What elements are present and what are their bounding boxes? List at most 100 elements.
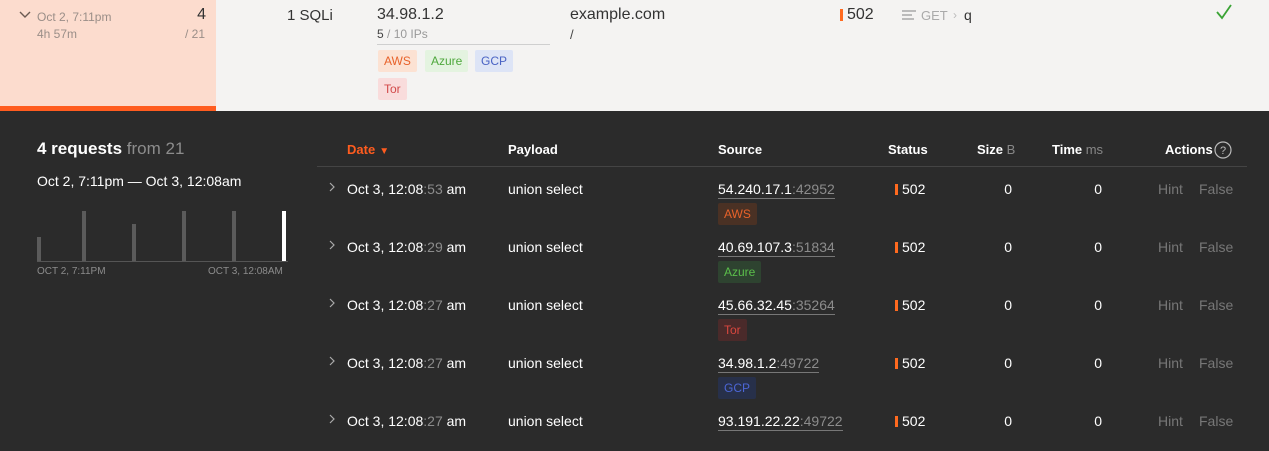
- request-payload: union select: [508, 239, 583, 255]
- attack-summary-row[interactable]: Oct 2, 7:11pm 4h 57m 4 / 21 1 SQLi 34.98…: [0, 0, 1269, 111]
- hint-button[interactable]: Hint: [1158, 181, 1183, 197]
- requests-from: from 21: [122, 139, 185, 158]
- request-payload: union select: [508, 355, 583, 371]
- request-payload: union select: [508, 413, 583, 429]
- request-source[interactable]: 54.240.17.1:42952: [718, 181, 835, 199]
- histogram-start-label: OCT 2, 7:11PM: [37, 266, 106, 277]
- status-indicator: [895, 416, 898, 427]
- request-date: Oct 3, 12:08:29 am: [347, 239, 466, 255]
- source-tag-gcp: GCP: [718, 377, 757, 399]
- help-icon[interactable]: ?: [1214, 141, 1232, 159]
- ip-count-value: 5: [377, 27, 384, 41]
- request-status: 502: [902, 181, 926, 197]
- histogram-bar[interactable]: [182, 211, 186, 261]
- hint-button[interactable]: Hint: [1158, 413, 1183, 429]
- request-source[interactable]: 45.66.32.45:35264: [718, 297, 835, 315]
- chevron-right-icon[interactable]: [328, 240, 336, 250]
- histogram-bar[interactable]: [282, 211, 286, 261]
- request-date-seconds: :27: [423, 355, 443, 371]
- request-date-seconds: :27: [423, 413, 443, 429]
- request-date-main: Oct 3, 12:08: [347, 413, 424, 429]
- histogram-bar[interactable]: [132, 224, 136, 261]
- request-source[interactable]: 34.98.1.2:49722: [718, 355, 820, 373]
- time-unit: ms: [1082, 142, 1104, 157]
- column-header-date[interactable]: Date ▼: [347, 142, 389, 157]
- summary-ip[interactable]: 34.98.1.2: [377, 6, 444, 24]
- request-date-main: Oct 3, 12:08: [347, 297, 424, 313]
- requests-title: 4 requests from 21: [37, 139, 184, 159]
- false-positive-button[interactable]: False: [1199, 239, 1233, 255]
- hint-button[interactable]: Hint: [1158, 239, 1183, 255]
- source-tag-aws: AWS: [718, 203, 757, 225]
- false-positive-button[interactable]: False: [1199, 297, 1233, 313]
- summary-total: / 21: [184, 27, 205, 41]
- source-tag-azure: Azure: [718, 261, 762, 283]
- hint-button[interactable]: Hint: [1158, 355, 1183, 371]
- table-row[interactable]: Oct 3, 12:08:27 am union select 93.191.22.…: [317, 405, 1247, 451]
- request-size: 0: [1004, 297, 1012, 313]
- false-positive-button[interactable]: False: [1199, 181, 1233, 197]
- status-indicator: [895, 184, 898, 195]
- request-payload: union select: [508, 181, 583, 197]
- ip-count-total: / 10 IPs: [383, 27, 428, 41]
- false-positive-button[interactable]: False: [1199, 355, 1233, 371]
- size-unit: B: [1003, 142, 1016, 157]
- svg-text:?: ?: [1220, 145, 1226, 157]
- request-date-main: Oct 3, 12:08: [347, 181, 424, 197]
- source-port: :49722: [799, 413, 843, 429]
- request-method: GET: [921, 8, 948, 23]
- summary-time: Oct 2, 7:11pm: [37, 10, 112, 24]
- chevron-right-icon[interactable]: [328, 182, 336, 192]
- request-date-main: Oct 3, 12:08: [347, 239, 424, 255]
- request-date-seconds: :53: [423, 181, 443, 197]
- source-ip: 40.69.107.3: [718, 239, 792, 255]
- histogram-bar[interactable]: [37, 237, 41, 261]
- request-status: 502: [902, 297, 926, 313]
- request-size: 0: [1004, 181, 1012, 197]
- request-date: Oct 3, 12:08:27 am: [347, 297, 466, 313]
- request-source[interactable]: 93.191.22.22:49722: [718, 413, 843, 431]
- chevron-right-icon[interactable]: [328, 356, 336, 366]
- histogram-bar[interactable]: [82, 211, 86, 261]
- summary-path: /: [570, 27, 574, 42]
- attack-type: 1 SQLi: [287, 7, 333, 24]
- sort-desc-icon: ▼: [379, 146, 390, 157]
- column-header-source: Source: [718, 142, 763, 157]
- column-header-payload: Payload: [508, 142, 558, 157]
- ip-count: 5 / 10 IPs: [377, 27, 550, 45]
- request-date-ampm: am: [442, 181, 467, 197]
- table-row[interactable]: Oct 3, 12:08:53 am union select 54.240.17.…: [317, 173, 1247, 231]
- request-time: 0: [1094, 355, 1102, 371]
- check-icon[interactable]: [1215, 4, 1233, 20]
- table-row[interactable]: Oct 3, 12:08:29 am union select 40.69.107.…: [317, 231, 1247, 289]
- chevron-right-icon[interactable]: [328, 414, 336, 424]
- request-source[interactable]: 40.69.107.3:51834: [718, 239, 835, 257]
- summary-status: 502: [847, 6, 874, 23]
- tag-azure: Azure: [425, 50, 469, 72]
- chevron-right-icon[interactable]: [328, 298, 336, 308]
- summary-timeframe-cell[interactable]: Oct 2, 7:11pm 4h 57m 4 / 21: [0, 0, 216, 111]
- source-tag-tor: Tor: [718, 319, 747, 341]
- histogram-bar[interactable]: [232, 211, 236, 261]
- table-row[interactable]: Oct 3, 12:08:27 am union select 45.66.32.4…: [317, 289, 1247, 347]
- table-row[interactable]: Oct 3, 12:08:27 am union select 34.98.1.2:…: [317, 347, 1247, 405]
- source-ip: 54.240.17.1: [718, 181, 792, 197]
- table-header-divider: [317, 166, 1247, 167]
- false-positive-button[interactable]: False: [1199, 413, 1233, 429]
- request-date-seconds: :29: [423, 239, 443, 255]
- chevron-down-icon[interactable]: [18, 9, 32, 21]
- histogram-end-label: OCT 3, 12:08AM: [208, 266, 283, 277]
- request-size: 0: [1004, 355, 1012, 371]
- source-port: :42952: [791, 181, 835, 197]
- date-header-label: Date: [347, 142, 376, 157]
- request-size: 0: [1004, 239, 1012, 255]
- requests-histogram[interactable]: [37, 210, 288, 262]
- column-header-size: Size B: [977, 142, 1015, 157]
- status-indicator: [840, 9, 843, 21]
- source-ip: 93.191.22.22: [718, 413, 800, 429]
- hint-button[interactable]: Hint: [1158, 297, 1183, 313]
- request-method-icon: [902, 10, 916, 20]
- request-date: Oct 3, 12:08:53 am: [347, 181, 466, 197]
- source-ip: 45.66.32.45: [718, 297, 792, 313]
- request-date-seconds: :27: [423, 297, 443, 313]
